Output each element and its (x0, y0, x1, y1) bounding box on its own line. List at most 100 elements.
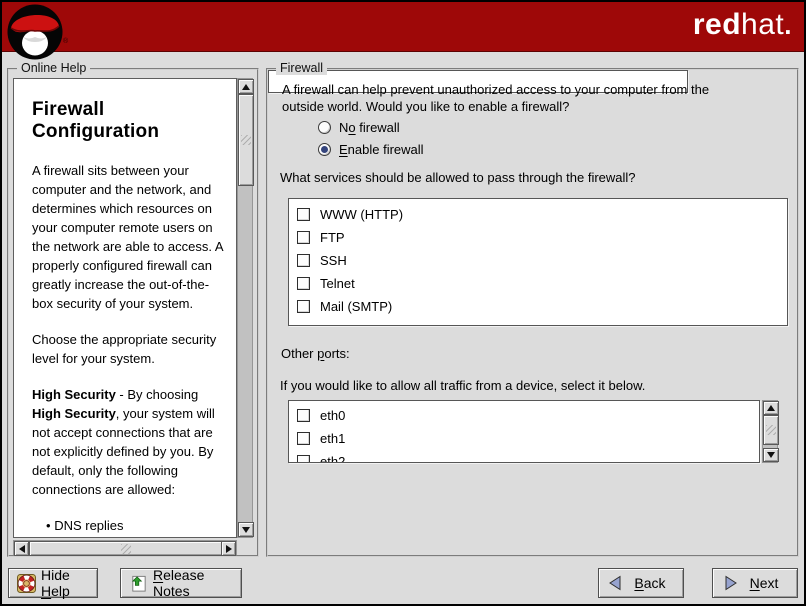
scroll-left-icon (19, 545, 25, 553)
help-bullet-item: • DNS replies (32, 516, 228, 535)
scroll-left-button[interactable] (14, 541, 29, 556)
wordmark-hat: hat (741, 8, 784, 41)
firewall-frame-label: Firewall (276, 61, 327, 75)
help-text-area: Firewall Configuration A firewall sits b… (13, 78, 237, 538)
hide-help-label: Hide Help (41, 567, 89, 599)
mnemonic-char: R (153, 567, 163, 583)
device-label[interactable]: eth0 (320, 408, 345, 423)
devices-question: If you would like to allow all traffic f… (280, 378, 645, 393)
next-button[interactable]: Next (712, 568, 798, 598)
service-row: SSH (289, 249, 787, 272)
firewall-intro-line1: A firewall can help prevent unauthorized… (282, 82, 709, 97)
help-paragraph-2: Choose the appropriate security level fo… (32, 330, 228, 368)
firewall-frame: Firewall A firewall can help prevent una… (266, 68, 799, 557)
back-button[interactable]: Back (598, 568, 684, 598)
wordmark-red: red (693, 8, 741, 41)
help-bold-term: High Security (32, 387, 116, 402)
service-label[interactable]: FTP (320, 230, 345, 245)
header-banner: redhat. (2, 2, 804, 52)
vertical-scroll-thumb[interactable] (238, 94, 254, 186)
redhat-wordmark: redhat. (693, 8, 792, 42)
back-label: Back (625, 575, 675, 591)
service-row: Mail (SMTP) (289, 295, 787, 318)
devices-scrollbar[interactable] (762, 400, 778, 463)
device-row: eth1 (289, 427, 759, 450)
firewall-intro-line2: outside world. Would you like to enable … (282, 99, 569, 114)
installer-window: redhat. ® Online Help Firewall Configura… (0, 0, 806, 606)
mnemonic-char: N (750, 575, 760, 591)
mnemonic-char: o (348, 120, 355, 135)
label-run: orts: (324, 346, 349, 361)
lifebuoy-help-icon (17, 574, 36, 593)
device-label[interactable]: eth1 (320, 431, 345, 446)
help-vertical-scrollbar[interactable] (237, 78, 253, 538)
bullet-text: DNS replies (54, 518, 123, 533)
bullet-glyph: • (46, 518, 51, 533)
device-checkbox[interactable] (297, 455, 310, 463)
next-label: Next (739, 575, 789, 591)
release-notes-icon (129, 574, 148, 593)
label-run: ext (760, 575, 779, 591)
device-row: eth2 (289, 450, 759, 463)
mnemonic-char: E (339, 142, 348, 157)
service-checkbox[interactable] (297, 254, 310, 267)
service-label[interactable]: Telnet (320, 276, 355, 291)
scroll-up-button[interactable] (763, 401, 779, 415)
label-run: elp (51, 583, 70, 599)
device-checkbox[interactable] (297, 409, 310, 422)
services-list: WWW (HTTP) FTP SSH Telnet (288, 198, 788, 326)
service-checkbox[interactable] (297, 277, 310, 290)
release-notes-button[interactable]: Release Notes (120, 568, 242, 598)
radio-no-firewall-label[interactable]: No firewall (339, 120, 400, 135)
help-paragraph-1: A firewall sits between your computer an… (32, 161, 228, 313)
service-label[interactable]: SSH (320, 253, 347, 268)
service-row: Telnet (289, 272, 787, 295)
scroll-down-icon (767, 452, 775, 458)
vertical-scroll-thumb[interactable] (763, 415, 779, 445)
redhat-shadowman-logo-icon (6, 3, 64, 61)
scroll-up-icon (242, 84, 250, 90)
radio-no-firewall[interactable]: No firewall (318, 120, 400, 135)
horizontal-scroll-thumb[interactable] (29, 541, 223, 556)
service-checkbox[interactable] (297, 300, 310, 313)
hide-help-button[interactable]: Hide Help (8, 568, 98, 598)
service-label[interactable]: Mail (SMTP) (320, 299, 392, 314)
help-horizontal-scrollbar[interactable] (13, 540, 237, 555)
service-label[interactable]: WWW (HTTP) (320, 207, 403, 222)
label-run: nable firewall (348, 142, 424, 157)
help-bold-term: High Security (32, 406, 116, 421)
mnemonic-char: H (41, 583, 51, 599)
back-arrow-icon (607, 574, 625, 592)
device-checkbox[interactable] (297, 432, 310, 445)
label-run: Other (281, 346, 317, 361)
service-checkbox[interactable] (297, 208, 310, 221)
registered-mark: ® (63, 38, 68, 45)
scroll-down-button[interactable] (763, 448, 779, 462)
radio-enable-firewall[interactable]: Enable firewall (318, 142, 424, 157)
service-checkbox[interactable] (297, 231, 310, 244)
online-help-frame-label: Online Help (17, 61, 90, 75)
scroll-right-icon (226, 545, 232, 553)
radio-button-icon[interactable] (318, 121, 331, 134)
online-help-frame: Online Help Firewall Configuration A fir… (7, 68, 259, 557)
label-run: Hide (41, 567, 70, 583)
radio-button-selected-icon[interactable] (318, 143, 331, 156)
scroll-right-button[interactable] (221, 541, 236, 556)
scroll-down-button[interactable] (238, 522, 254, 537)
wordmark-period: . (784, 10, 792, 40)
services-question: What services should be allowed to pass … (280, 170, 636, 185)
radio-enable-firewall-label[interactable]: Enable firewall (339, 142, 424, 157)
service-row: FTP (289, 226, 787, 249)
other-ports-label: Other ports: (281, 346, 350, 361)
device-label[interactable]: eth2 (320, 454, 345, 463)
label-run: ack (644, 575, 666, 591)
scroll-up-icon (767, 405, 775, 411)
label-run: N (339, 120, 348, 135)
scroll-up-button[interactable] (238, 79, 254, 94)
help-paragraph-3: High Security - By choosing High Securit… (32, 385, 228, 499)
label-run: firewall (356, 120, 400, 135)
devices-list: eth0 eth1 eth2 (288, 400, 760, 463)
release-notes-label: Release Notes (153, 567, 233, 599)
help-title: Firewall Configuration (32, 99, 228, 143)
device-row: eth0 (289, 404, 759, 427)
